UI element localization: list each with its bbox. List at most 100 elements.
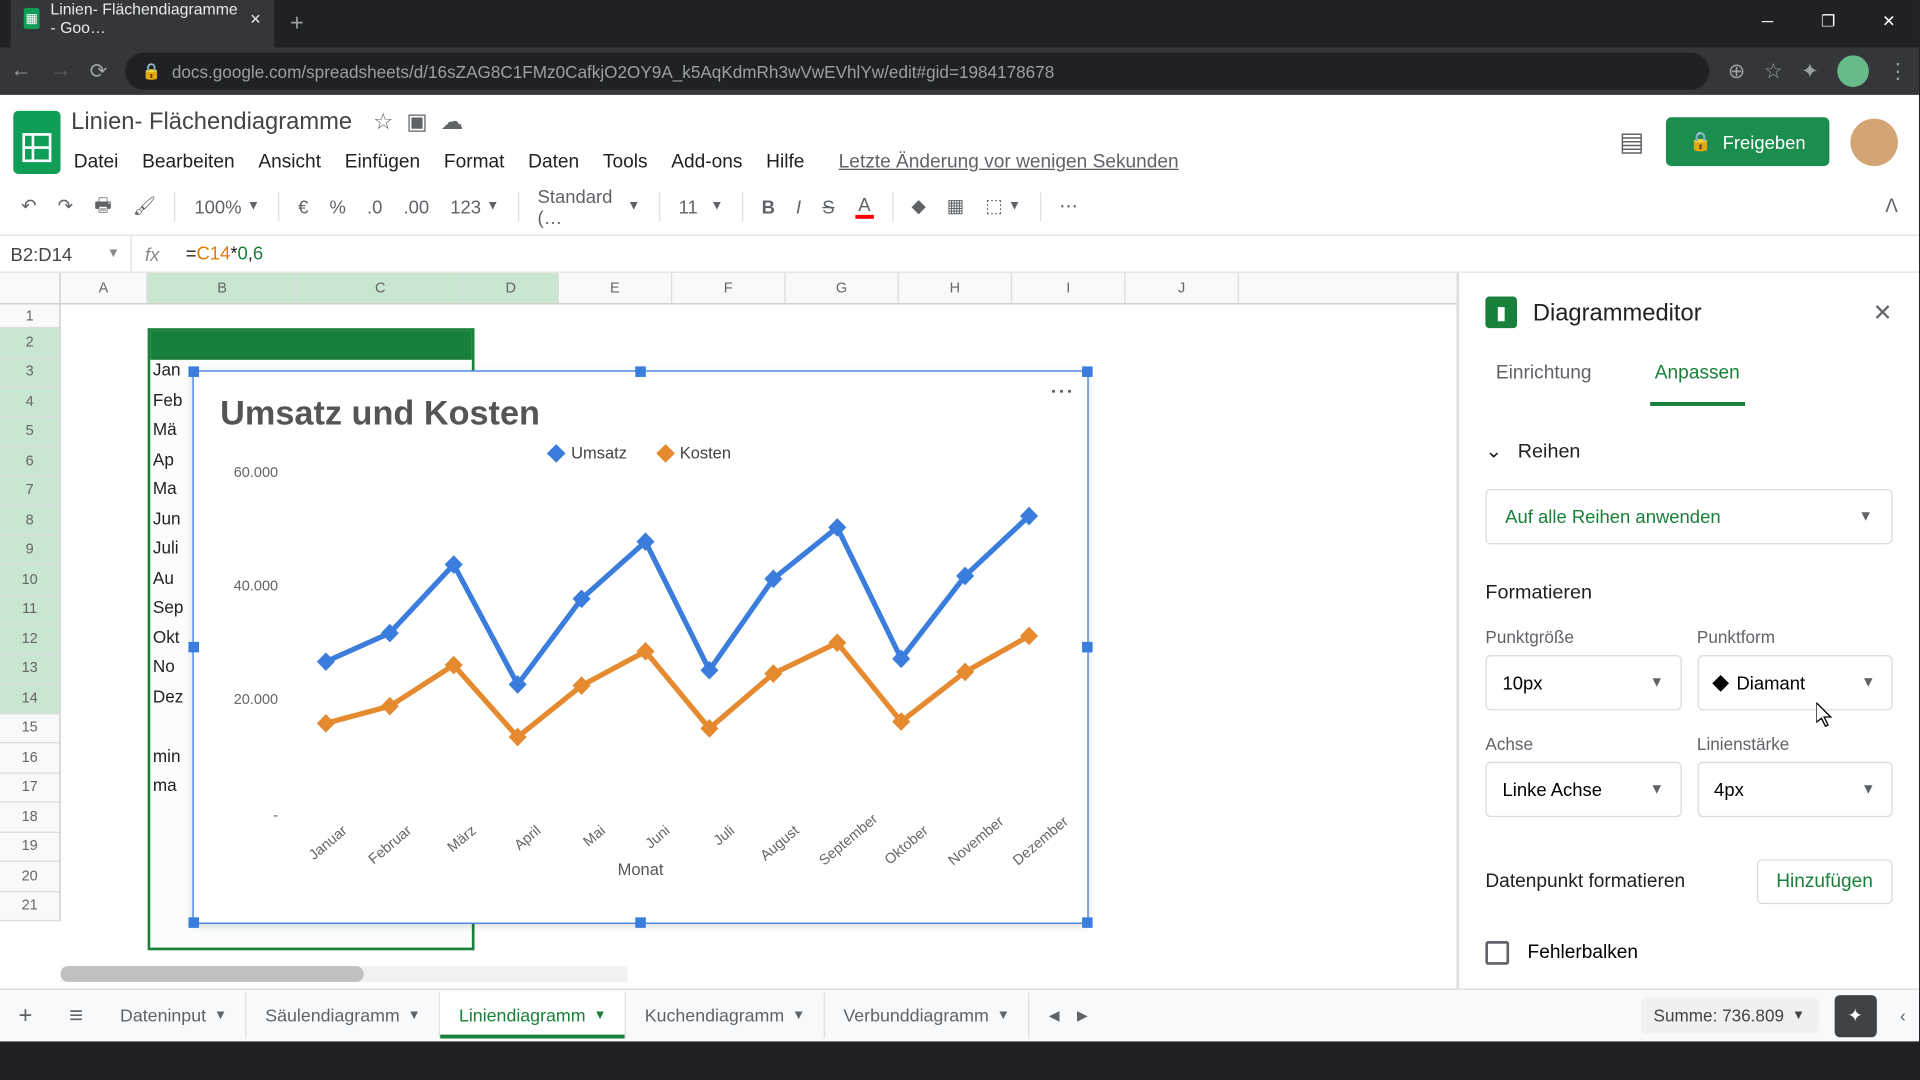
extensions-icon[interactable]: ✦ <box>1801 58 1819 84</box>
point-size-select[interactable]: 10px▼ <box>1485 655 1681 710</box>
row-header[interactable]: 17 <box>0 773 59 803</box>
last-edit-link[interactable]: Letzte Änderung vor wenigen Sekunden <box>828 146 1189 178</box>
quicksum[interactable]: Summe: 736.809▼ <box>1640 998 1818 1034</box>
back-button[interactable]: ← <box>11 59 32 83</box>
column-header[interactable]: C <box>298 273 464 303</box>
row-header[interactable]: 13 <box>0 654 59 684</box>
increase-decimals-button[interactable]: .00 <box>396 190 437 222</box>
add-datapoint-button[interactable]: Hinzufügen <box>1756 859 1892 904</box>
text-color-button[interactable]: A <box>848 188 881 224</box>
column-header[interactable]: A <box>61 273 148 303</box>
sheet-tab[interactable]: Verbunddiagramm ▼ <box>825 992 1030 1038</box>
more-toolbar-button[interactable]: ⋯ <box>1051 190 1085 223</box>
tab-setup[interactable]: Einrichtung <box>1491 344 1597 406</box>
borders-button[interactable]: ▦ <box>939 190 972 223</box>
row-header[interactable]: 15 <box>0 714 59 744</box>
currency-button[interactable]: € <box>290 190 316 222</box>
menu-einfügen[interactable]: Einfügen <box>334 146 431 178</box>
font-size-select[interactable]: 11 ▼ <box>671 190 732 222</box>
row-header[interactable]: 3 <box>0 358 59 388</box>
bold-button[interactable]: B <box>754 190 783 222</box>
menu-hilfe[interactable]: Hilfe <box>756 146 815 178</box>
column-header[interactable]: J <box>1126 273 1239 303</box>
column-header[interactable]: E <box>559 273 672 303</box>
apply-to-series-select[interactable]: Auf alle Reihen anwenden▼ <box>1485 489 1892 544</box>
window-maximize[interactable]: ❐ <box>1798 0 1859 42</box>
row-header[interactable]: 18 <box>0 803 59 833</box>
menu-format[interactable]: Format <box>433 146 515 178</box>
decrease-decimals-button[interactable]: .0 <box>359 190 390 222</box>
column-header[interactable]: I <box>1012 273 1125 303</box>
window-minimize[interactable]: ─ <box>1737 0 1798 42</box>
row-header[interactable]: 16 <box>0 743 59 773</box>
formula-input[interactable]: =C14*0,6 <box>173 243 264 265</box>
explore-button[interactable]: ✦ <box>1834 994 1876 1036</box>
merge-button[interactable]: ⬚▼ <box>977 190 1029 223</box>
column-header[interactable]: D <box>464 273 559 303</box>
side-panel-toggle[interactable]: ‹ <box>1887 1006 1919 1026</box>
row-header[interactable]: 11 <box>0 595 59 625</box>
sheet-tab[interactable]: Dateninput ▼ <box>102 992 247 1038</box>
column-header[interactable]: H <box>899 273 1012 303</box>
row-header[interactable]: 4 <box>0 387 59 417</box>
sheets-logo-icon[interactable] <box>11 107 64 176</box>
row-header[interactable]: 7 <box>0 476 59 506</box>
menu-bearbeiten[interactable]: Bearbeiten <box>132 146 246 178</box>
share-button[interactable]: 🔒 Freigeben <box>1665 117 1829 166</box>
sheet-next-button[interactable]: ► <box>1074 1006 1092 1026</box>
tab-customize[interactable]: Anpassen <box>1650 344 1746 406</box>
column-header[interactable]: B <box>148 273 298 303</box>
zoom-indicator-icon[interactable]: ⊕ <box>1728 58 1746 84</box>
menu-tools[interactable]: Tools <box>592 146 658 178</box>
row-header[interactable]: 10 <box>0 565 59 595</box>
close-sidebar-button[interactable]: ✕ <box>1873 299 1893 327</box>
column-header[interactable]: F <box>672 273 785 303</box>
row-header[interactable]: 8 <box>0 506 59 536</box>
column-header[interactable]: G <box>786 273 899 303</box>
name-box[interactable]: B2:D14▼ <box>0 236 132 272</box>
collapse-toolbar-button[interactable]: ᐱ <box>1877 190 1905 223</box>
account-avatar[interactable] <box>1850 118 1897 165</box>
number-format-button[interactable]: 123▼ <box>442 190 507 222</box>
row-header[interactable]: 20 <box>0 862 59 892</box>
horizontal-scrollbar[interactable] <box>61 966 628 982</box>
row-header[interactable]: 21 <box>0 892 59 922</box>
sheet-tab[interactable]: Säulendiagramm ▼ <box>247 992 441 1038</box>
sheet-tab[interactable]: Kuchendiagramm ▼ <box>626 992 825 1038</box>
row-header[interactable]: 14 <box>0 684 59 714</box>
row-header[interactable]: 9 <box>0 536 59 566</box>
profile-avatar[interactable] <box>1837 55 1869 87</box>
comments-icon[interactable]: ▤ <box>1619 125 1644 158</box>
spreadsheet-grid[interactable]: ABCDEFGHIJ 12345678910111213141516171819… <box>0 273 1458 1035</box>
url-bar[interactable]: 🔒 docs.google.com/spreadsheets/d/16sZAG8… <box>126 53 1709 90</box>
redo-button[interactable]: ↷ <box>50 190 81 223</box>
undo-button[interactable]: ↶ <box>13 190 44 223</box>
embedded-chart[interactable]: ⋮ Umsatz und Kosten Umsatz Kosten 60.000… <box>192 370 1088 924</box>
fill-color-button[interactable]: ◆ <box>904 190 934 223</box>
all-sheets-button[interactable]: ≡ <box>51 1002 102 1030</box>
menu-add-ons[interactable]: Add-ons <box>661 146 753 178</box>
window-close[interactable]: ✕ <box>1858 0 1919 42</box>
point-shape-select[interactable]: Diamant▼ <box>1697 655 1893 710</box>
sheet-prev-button[interactable]: ◄ <box>1045 1006 1063 1026</box>
paint-format-button[interactable]: 🖌 <box>125 190 164 223</box>
series-section-toggle[interactable]: ⌄ Reihen <box>1485 423 1892 478</box>
row-header[interactable]: 2 <box>0 328 59 358</box>
font-select[interactable]: Standard (… ▼ <box>530 180 649 233</box>
move-icon[interactable]: ▣ <box>406 109 427 135</box>
new-tab-button[interactable]: + <box>274 0 319 47</box>
zoom-select[interactable]: 100% ▼ <box>186 190 267 222</box>
document-title[interactable]: Linien- Flächendiagramme <box>63 105 360 138</box>
axis-select[interactable]: Linke Achse▼ <box>1485 762 1681 817</box>
close-tab-icon[interactable]: × <box>250 8 261 29</box>
menu-daten[interactable]: Daten <box>518 146 590 178</box>
forward-button[interactable]: → <box>50 59 71 83</box>
browser-menu-icon[interactable]: ⋮ <box>1887 58 1908 84</box>
star-icon[interactable]: ☆ <box>373 109 393 135</box>
italic-button[interactable]: I <box>788 190 809 222</box>
row-header[interactable]: 12 <box>0 625 59 655</box>
error-bars-checkbox[interactable]: Fehlerbalken <box>1485 923 1892 984</box>
chart-menu-icon[interactable]: ⋮ <box>1048 380 1077 401</box>
line-width-select[interactable]: 4px▼ <box>1697 762 1893 817</box>
browser-tab[interactable]: ▦ Linien- Flächendiagramme - Goo… × <box>11 0 275 47</box>
